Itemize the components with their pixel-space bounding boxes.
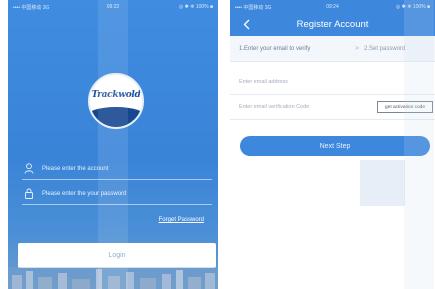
verification-code-field[interactable]: Enter email verification Code get activa…: [230, 95, 435, 120]
step-verify-email: 1.Enter your email to verify: [239, 45, 311, 52]
account-input[interactable]: Please enter the account: [42, 166, 108, 172]
city-skyline-background: [8, 267, 218, 289]
carrier-signal: •••• 中国移动 3G: [235, 4, 272, 11]
password-input[interactable]: Please enter the your password: [42, 191, 126, 197]
step-set-password: 2.Set password: [364, 45, 406, 52]
status-time: 09:24: [326, 4, 339, 10]
app-logo: Trackwold: [88, 73, 144, 129]
login-button[interactable]: Login: [18, 243, 216, 268]
password-field[interactable]: Please enter the your password: [22, 183, 212, 205]
get-activation-code-button[interactable]: get activation code: [377, 101, 433, 113]
lock-icon: [22, 187, 36, 201]
page-title: Register Account: [296, 19, 369, 30]
register-screen: •••• 中国移动 3G 09:24 ◎ ✱ ❄ 100% ■ Register…: [230, 0, 435, 289]
status-icons: ◎ ✱ ❄ 100% ■: [178, 4, 214, 10]
status-time: 09:22: [106, 4, 120, 10]
next-step-button[interactable]: Next Step: [240, 136, 430, 156]
logo-text: Trackwold: [91, 90, 141, 100]
status-bar: •••• 中国移动 3G 09:24 ◎ ✱ ❄ 100% ■: [230, 0, 435, 14]
verification-code-input[interactable]: Enter email verification Code: [239, 104, 309, 110]
email-input[interactable]: Enter email address: [239, 79, 288, 85]
step-indicator: 1.Enter your email to verify > 2.Set pas…: [230, 36, 435, 62]
logo-wave: [90, 107, 142, 127]
account-field[interactable]: Please enter the account: [22, 158, 212, 180]
register-header: •••• 中国移动 3G 09:24 ◎ ✱ ❄ 100% ■ Register…: [230, 0, 435, 36]
step-arrow: >: [355, 45, 359, 52]
user-icon: [22, 162, 36, 176]
status-bar: •••• 中国移动 3G 09:22 ◎ ✱ ❄ 100% ■: [8, 0, 218, 14]
carrier-signal: •••• 中国移动 3G: [13, 4, 50, 11]
login-screen: •••• 中国移动 3G 09:22 ◎ ✱ ❄ 100% ■ Trackwol…: [8, 0, 218, 289]
email-field[interactable]: Enter email address: [230, 70, 435, 95]
status-icons: ◎ ✱ ❄ 100% ■: [395, 4, 430, 10]
forgot-password-link[interactable]: Forget Password: [159, 217, 204, 223]
